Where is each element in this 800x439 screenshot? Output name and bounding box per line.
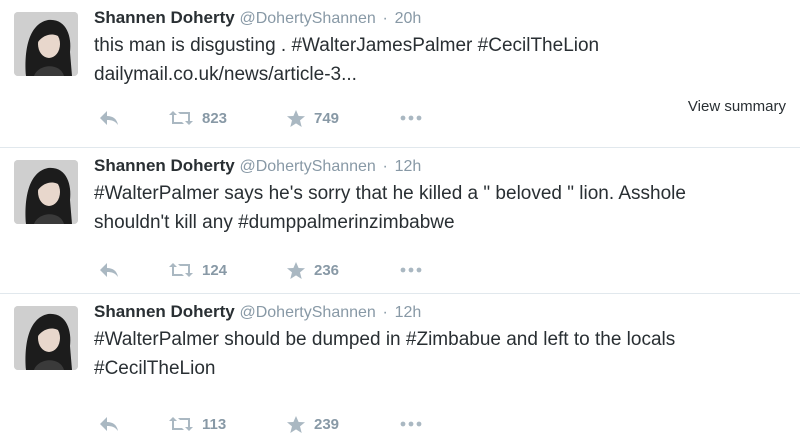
separator-dot: · (382, 304, 388, 321)
view-summary-link[interactable]: View summary (688, 98, 786, 115)
retweet-button[interactable]: 124 (168, 258, 227, 282)
tweet: Shannen Doherty @DohertyShannen · 12h #W… (0, 294, 800, 439)
retweet-icon (169, 417, 193, 431)
avatar-image (14, 12, 78, 76)
tweet-actions: 823 749 (94, 106, 494, 130)
tweet-text-line: this man is disgusting . #WalterJamesPal… (94, 35, 600, 56)
author-handle[interactable]: @DohertyShannen (239, 10, 375, 27)
favorite-button[interactable]: 239 (286, 412, 339, 436)
retweet-icon (169, 111, 193, 125)
star-icon (287, 261, 305, 279)
tweet-text-line: #WalterPalmer says he's sorry that he ki… (94, 183, 686, 204)
more-button[interactable] (400, 412, 422, 436)
favorite-count: 749 (314, 109, 340, 127)
reply-button[interactable] (98, 106, 120, 130)
more-icon (400, 267, 422, 273)
timestamp[interactable]: 12h (395, 304, 422, 321)
avatar-image (14, 306, 78, 370)
avatar[interactable] (14, 160, 78, 224)
star-icon (287, 415, 305, 433)
more-button[interactable] (400, 106, 422, 130)
reply-icon (100, 111, 118, 125)
reply-button[interactable] (98, 258, 120, 282)
avatar-image (14, 160, 78, 224)
separator-dot: · (382, 158, 388, 175)
tweet-text-line: #WalterPalmer should be dumped in #Zimba… (94, 329, 676, 350)
timestamp[interactable]: 12h (395, 158, 422, 175)
more-button[interactable] (400, 258, 422, 282)
tweet-text: #WalterPalmer should be dumped in #Zimba… (94, 325, 784, 383)
tweet-actions: 124 236 (94, 258, 494, 282)
favorite-button[interactable]: 749 (286, 106, 339, 130)
tweet-text: this man is disgusting . #WalterJamesPal… (94, 31, 784, 89)
reply-icon (100, 417, 118, 431)
tweet-header: Shannen Doherty @DohertyShannen · 12h (94, 156, 421, 176)
author-name[interactable]: Shannen Doherty (94, 156, 235, 175)
tweet-header: Shannen Doherty @DohertyShannen · 20h (94, 8, 421, 28)
retweet-count: 113 (202, 415, 227, 433)
retweet-count: 823 (202, 109, 228, 127)
separator-dot: · (382, 10, 388, 27)
timestamp[interactable]: 20h (395, 10, 422, 27)
avatar[interactable] (14, 12, 78, 76)
tweet-link[interactable]: dailymail.co.uk/news/article-3... (94, 60, 784, 89)
tweet-text: #WalterPalmer says he's sorry that he ki… (94, 179, 784, 237)
tweet: Shannen Doherty @DohertyShannen · 20h th… (0, 0, 800, 148)
avatar[interactable] (14, 306, 78, 370)
retweet-count: 124 (202, 261, 228, 279)
favorite-count: 239 (314, 415, 340, 433)
reply-icon (100, 263, 118, 277)
favorite-count: 236 (314, 261, 340, 279)
tweet-actions: 113 239 (94, 412, 494, 436)
tweet-text-line: #CecilTheLion (94, 358, 216, 379)
tweet-header: Shannen Doherty @DohertyShannen · 12h (94, 302, 421, 322)
tweet-text-line: shouldn't kill any #dumppalmerinzimbabwe (94, 212, 455, 233)
author-handle[interactable]: @DohertyShannen (239, 304, 375, 321)
reply-button[interactable] (98, 412, 120, 436)
retweet-button[interactable]: 113 (168, 412, 226, 436)
more-icon (400, 421, 422, 427)
star-icon (287, 109, 305, 127)
retweet-icon (169, 263, 193, 277)
retweet-button[interactable]: 823 (168, 106, 227, 130)
tweet: Shannen Doherty @DohertyShannen · 12h #W… (0, 148, 800, 294)
favorite-button[interactable]: 236 (286, 258, 339, 282)
author-name[interactable]: Shannen Doherty (94, 8, 235, 27)
author-handle[interactable]: @DohertyShannen (239, 158, 375, 175)
author-name[interactable]: Shannen Doherty (94, 302, 235, 321)
more-icon (400, 115, 422, 121)
